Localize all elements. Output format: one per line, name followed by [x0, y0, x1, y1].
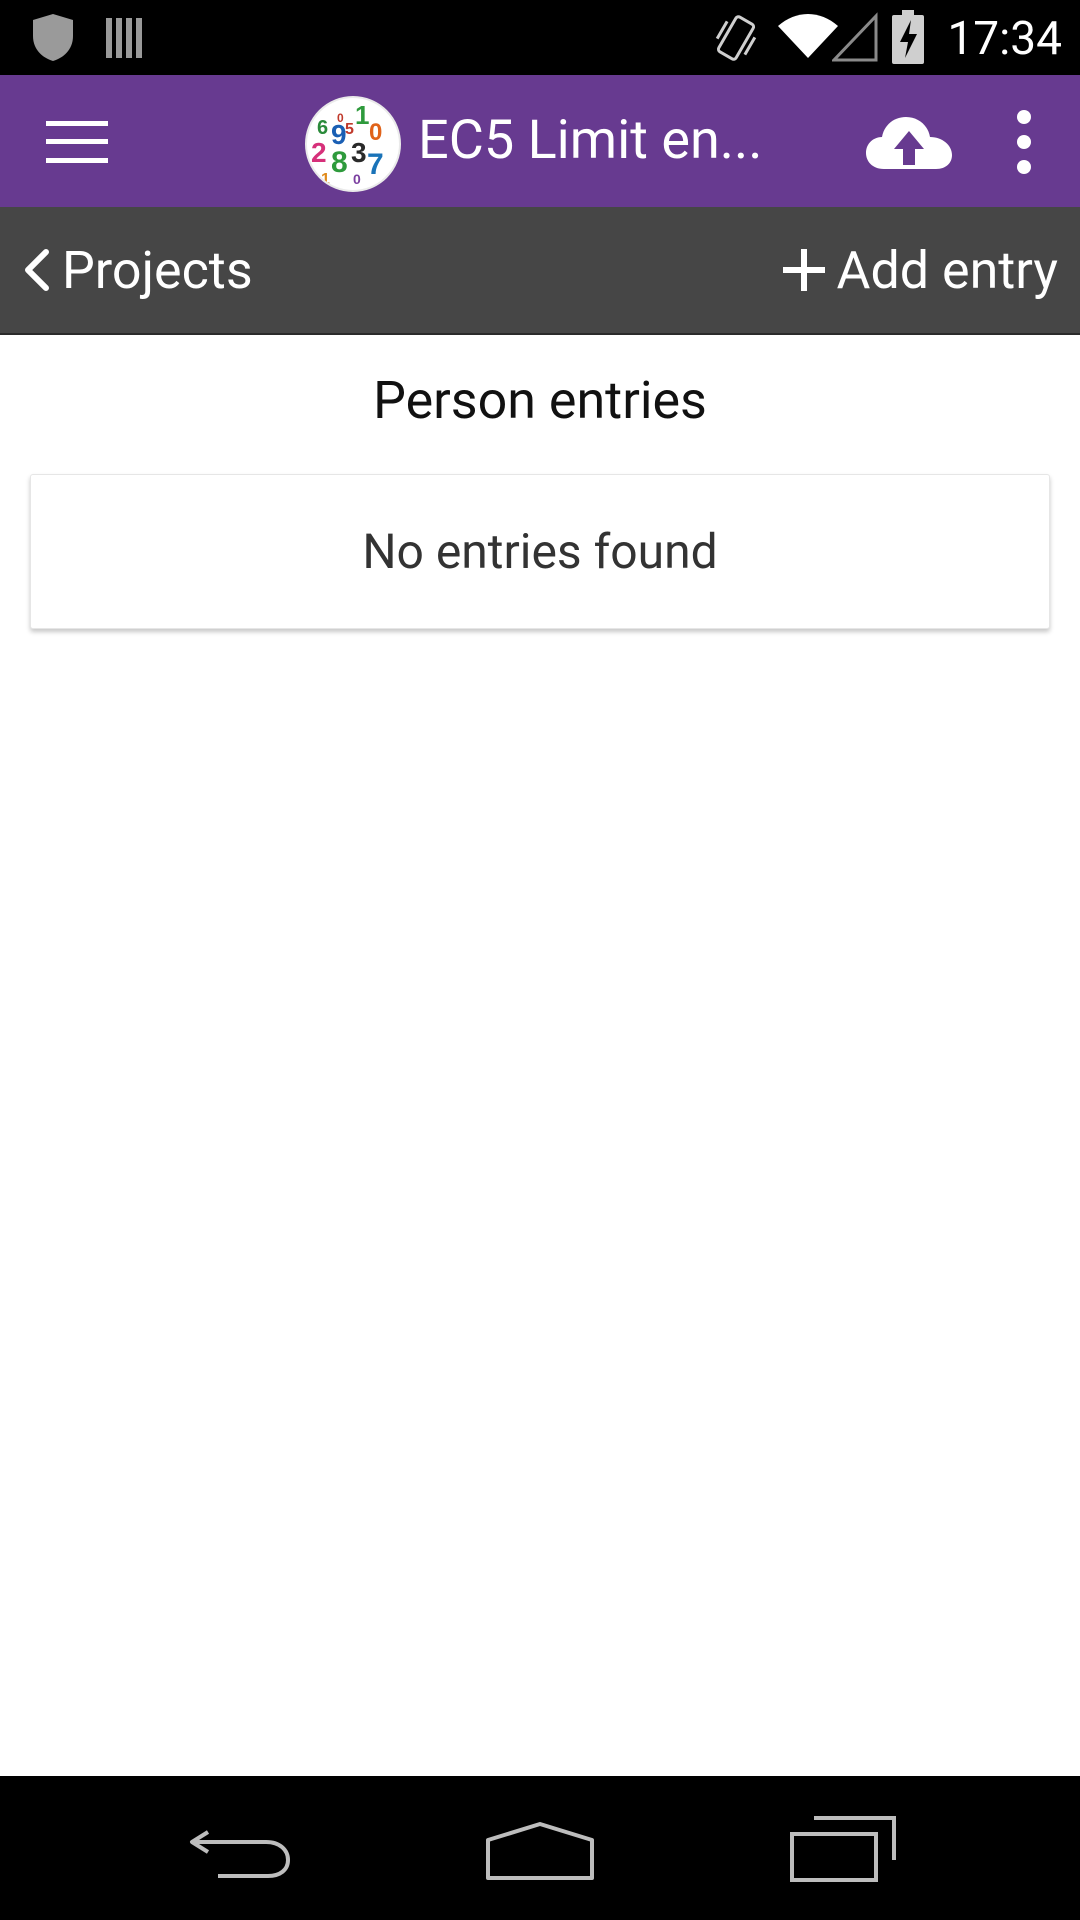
home-nav-icon[interactable] [484, 1820, 596, 1880]
sub-toolbar: Projects Add entry [0, 207, 1080, 335]
svg-text:3: 3 [351, 137, 367, 168]
page-title: Person entries [373, 370, 707, 431]
svg-text:0: 0 [337, 111, 344, 125]
recents-nav-icon[interactable] [790, 1816, 896, 1882]
svg-text:1: 1 [355, 100, 369, 130]
more-vert-icon[interactable] [1011, 109, 1037, 175]
cell-signal-icon [832, 12, 878, 62]
status-bar: 17:34 [0, 0, 1080, 75]
status-clock: 17:34 [947, 12, 1062, 66]
empty-state-message: No entries found [362, 523, 718, 580]
svg-text:2: 2 [311, 137, 327, 168]
app-bar: 1 0 6 9 5 0 2 8 3 7 1 0 EC5 Limit en... [0, 75, 1080, 207]
svg-text:5: 5 [345, 121, 354, 138]
battery-charging-icon [892, 10, 924, 64]
svg-text:7: 7 [367, 148, 384, 181]
wifi-icon [778, 14, 838, 58]
app-title: EC5 Limit en... [418, 109, 763, 172]
vibrate-icon [715, 15, 757, 61]
svg-text:0: 0 [369, 119, 382, 146]
svg-text:0: 0 [353, 171, 361, 187]
back-label: Projects [62, 239, 253, 301]
plus-icon [782, 249, 825, 291]
sim-card-icon [106, 18, 142, 58]
empty-state-card: No entries found [30, 474, 1050, 629]
cloud-upload-icon[interactable] [866, 115, 952, 171]
numbers-logo-icon: 1 0 6 9 5 0 2 8 3 7 1 0 [305, 96, 401, 192]
svg-text:1: 1 [321, 171, 330, 188]
back-nav-icon[interactable] [188, 1822, 292, 1878]
shield-icon [33, 14, 73, 61]
chevron-left-icon [25, 249, 49, 291]
add-entry-label: Add entry [836, 239, 1058, 301]
svg-text:6: 6 [317, 117, 328, 139]
add-entry-button[interactable]: Add entry [782, 237, 1058, 303]
svg-text:8: 8 [331, 146, 348, 179]
hamburger-menu-icon[interactable] [46, 119, 108, 165]
back-to-projects-button[interactable]: Projects [22, 237, 253, 303]
system-nav-bar [0, 1776, 1080, 1920]
